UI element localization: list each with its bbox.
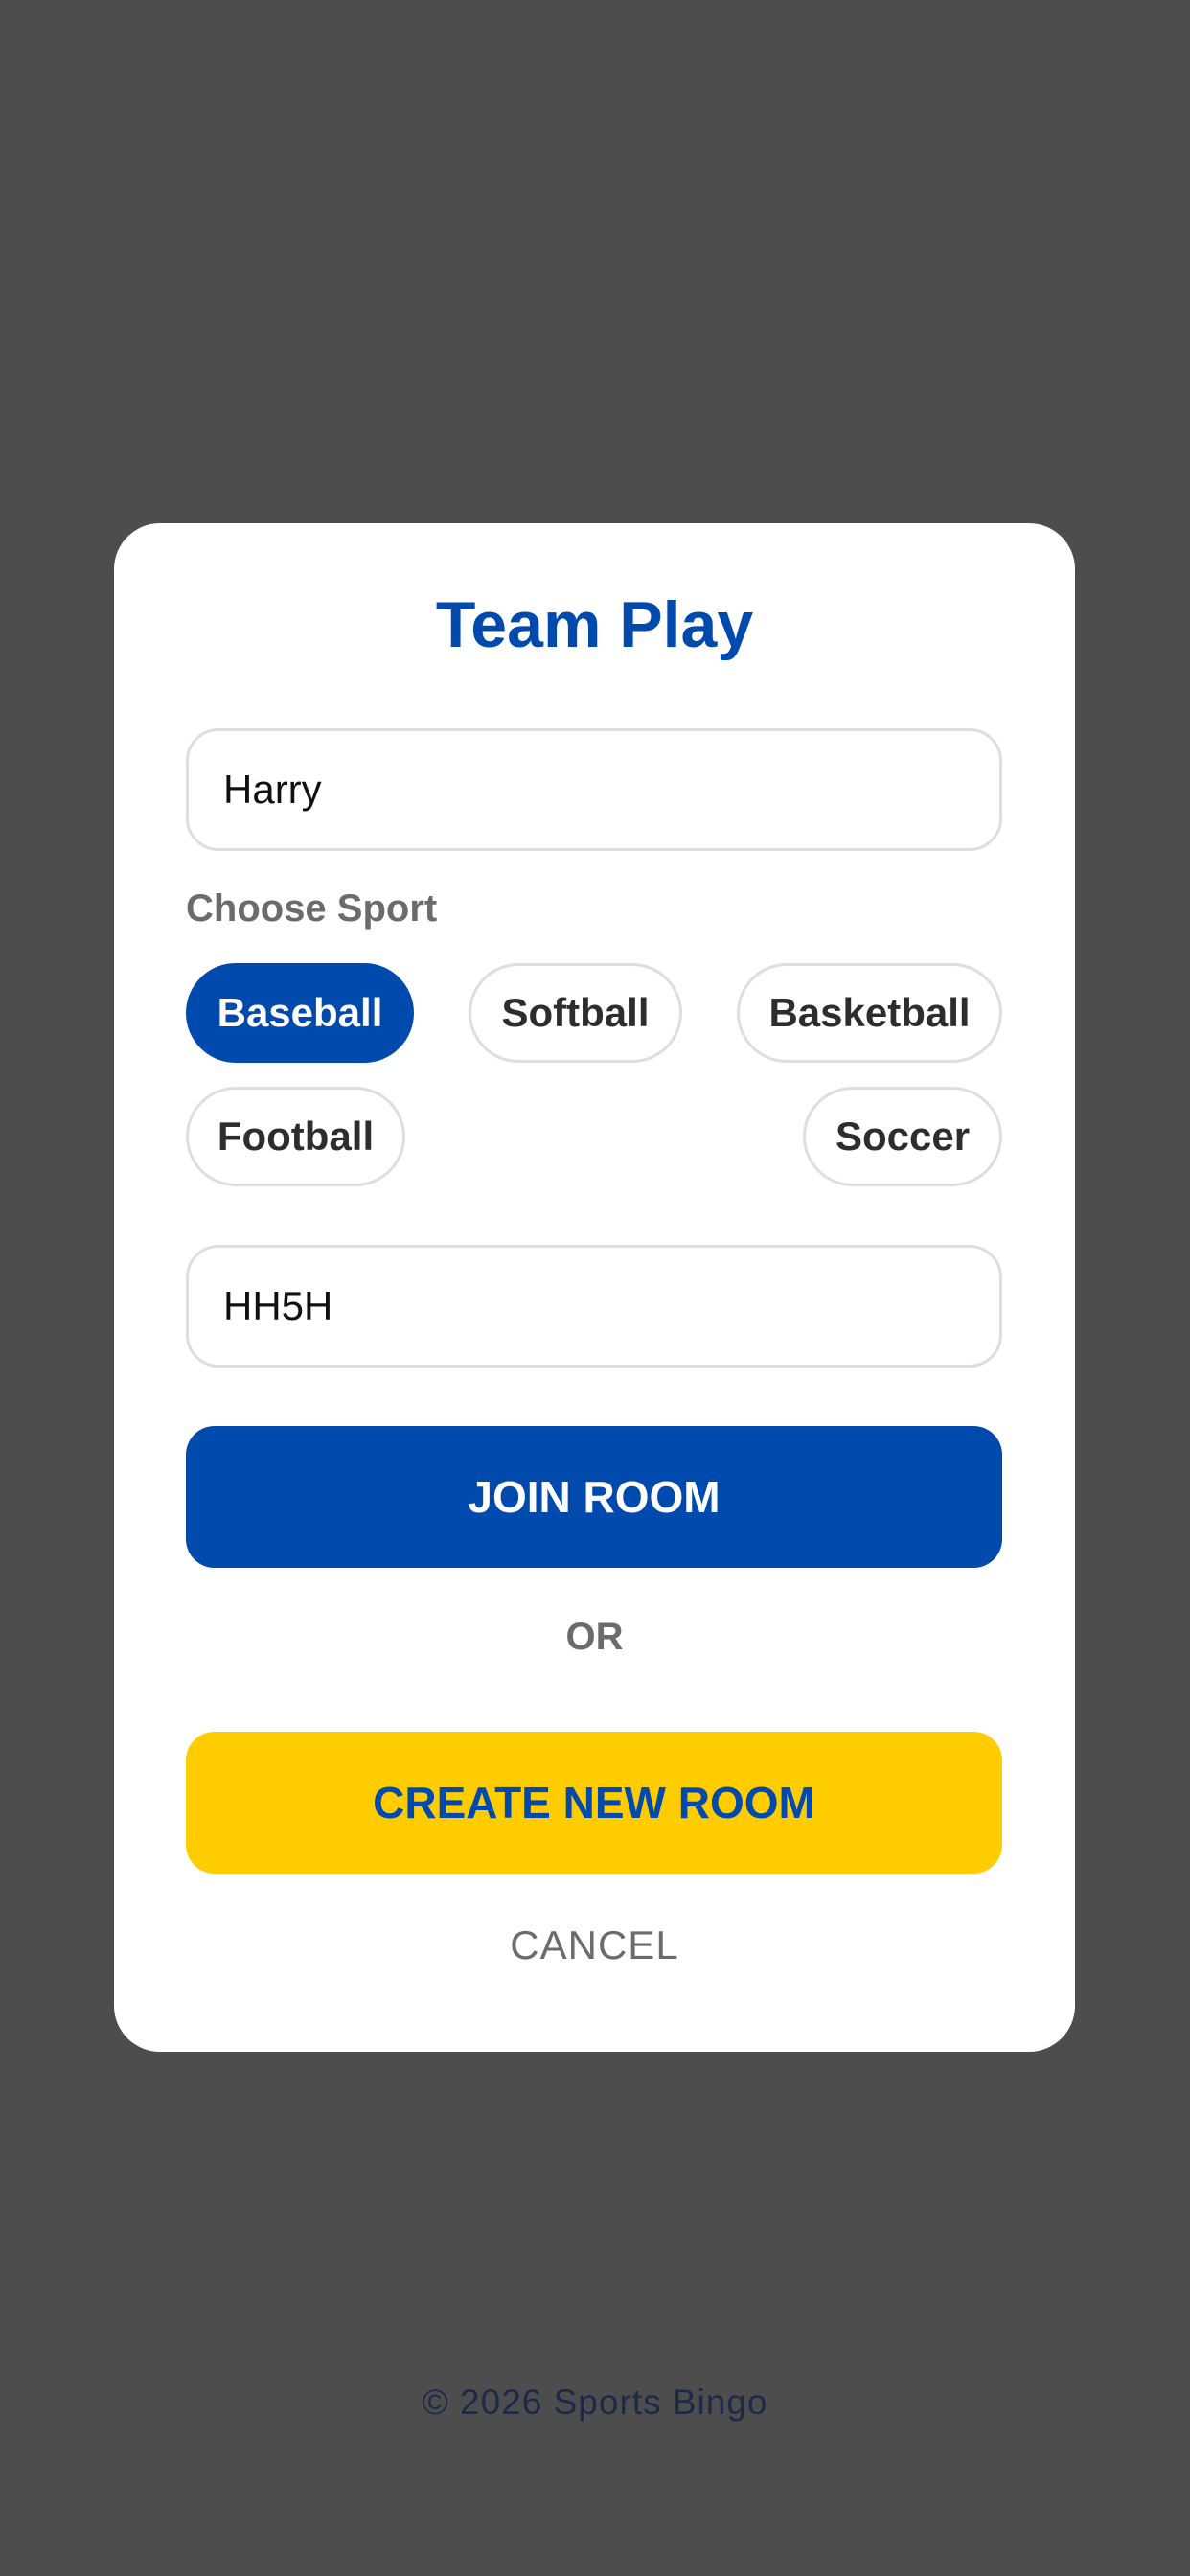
sport-chip-football[interactable]: Football [186,1087,405,1186]
sport-chip-basketball[interactable]: Basketball [737,963,1002,1063]
or-divider-label: OR [565,1616,624,1658]
sport-chip-baseball[interactable]: Baseball [186,963,414,1063]
join-room-button[interactable]: JOIN ROOM [186,1426,1002,1568]
modal-title: Team Play [435,588,754,661]
cancel-button[interactable]: CANCEL [449,1922,740,1968]
team-play-modal: Team Play Choose Sport Baseball Softball… [114,523,1075,2052]
player-name-input[interactable] [186,728,1002,851]
create-new-room-button[interactable]: CREATE NEW ROOM [186,1732,1002,1874]
sport-chip-softball[interactable]: Softball [469,963,682,1063]
choose-sport-label: Choose Sport [186,887,438,930]
copyright-footer: © 2026 Sports Bingo [422,2382,768,2422]
sport-chip-soccer[interactable]: Soccer [803,1087,1002,1186]
room-code-input[interactable] [186,1245,1002,1368]
